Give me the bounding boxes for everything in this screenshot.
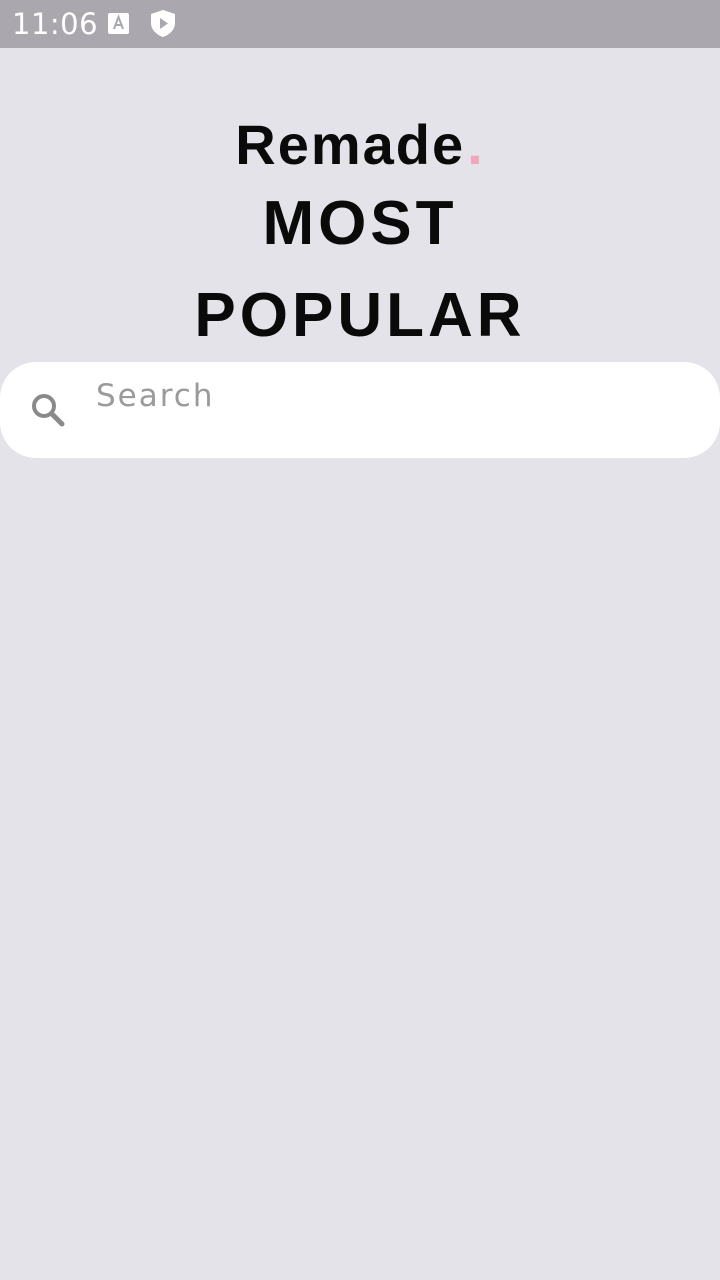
search-input[interactable] [96, 376, 696, 416]
status-bar: 11:06 [0, 0, 720, 48]
status-time: 11:06 [12, 7, 99, 41]
search-icon [32, 394, 65, 427]
brand-name: Remade [235, 113, 466, 176]
a-font-icon [108, 13, 129, 34]
page-title-line-2: POPULAR [194, 281, 526, 350]
brand-logo: Remade. [0, 110, 720, 180]
page-title-line-1: MOST [262, 189, 458, 258]
search-bar[interactable] [0, 362, 720, 458]
brand-dot: . [467, 113, 485, 176]
shield-play-icon [151, 10, 175, 37]
